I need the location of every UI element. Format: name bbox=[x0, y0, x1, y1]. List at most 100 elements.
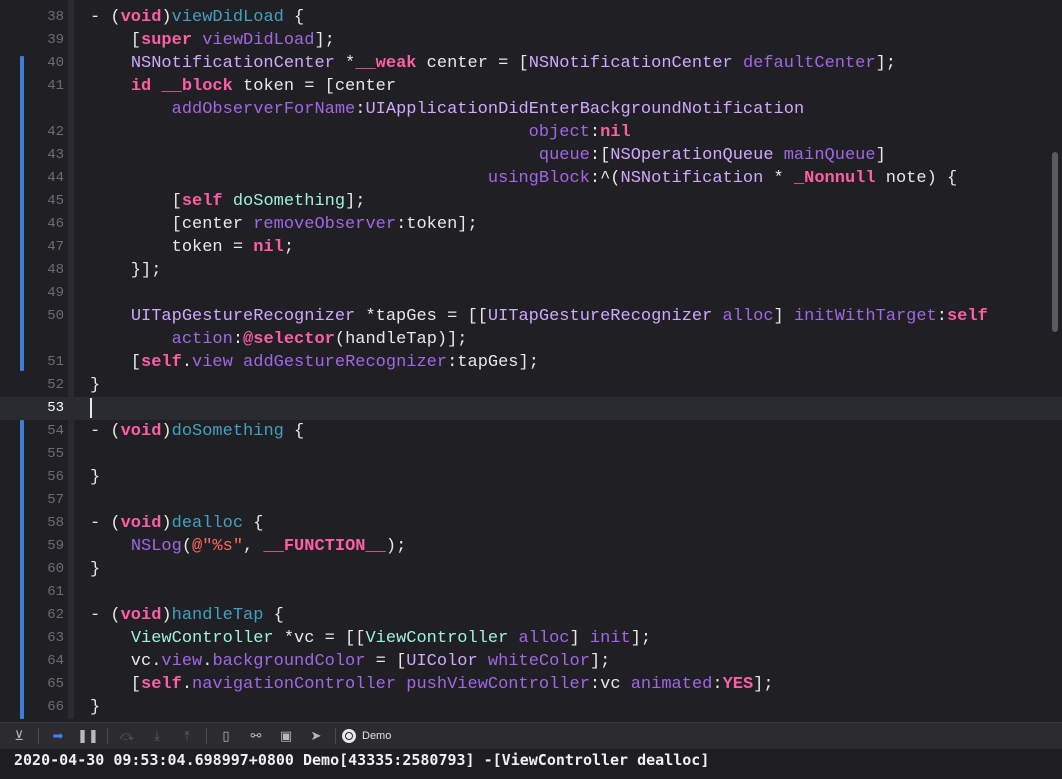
view-hierarchy-button[interactable]: ▯ bbox=[215, 725, 237, 747]
code-token: NSLog bbox=[130, 537, 182, 556]
code-line[interactable]: 42 object:nil bbox=[0, 121, 1062, 144]
code-line[interactable]: 39 [super viewDidLoad]; bbox=[0, 29, 1062, 52]
step-over-button[interactable]: ⤼ bbox=[116, 725, 138, 747]
code-line[interactable]: 65 [self.navigationController pushViewCo… bbox=[0, 673, 1062, 696]
code-line[interactable]: 62 - (void)handleTap { bbox=[0, 604, 1062, 627]
code-text: action:@selector(handleTap)]; bbox=[90, 328, 468, 351]
code-line[interactable]: 57 bbox=[0, 489, 1062, 512]
line-number: 63 bbox=[47, 630, 64, 646]
console-output[interactable]: 2020-04-30 09:53:04.698997+0800 Demo[433… bbox=[0, 749, 1062, 779]
code-token: animated bbox=[630, 675, 713, 694]
code-line[interactable]: addObserverForName:UIApplicationDidEnter… bbox=[0, 98, 1062, 121]
line-number: 66 bbox=[47, 699, 64, 715]
code-token: mainQueue bbox=[783, 146, 876, 165]
code-token: YES bbox=[722, 675, 754, 694]
line-number: 58 bbox=[47, 515, 64, 531]
code-text: } bbox=[90, 696, 100, 719]
code-text: - (void)doSomething { bbox=[90, 420, 304, 443]
code-line[interactable]: 40 NSNotificationCenter *__weak center =… bbox=[0, 52, 1062, 75]
line-number: 64 bbox=[47, 653, 64, 669]
code-line[interactable]: 53 bbox=[0, 397, 1062, 420]
code-token: @selector bbox=[243, 330, 335, 349]
code-line[interactable]: 64 vc.view.backgroundColor = [UIColor wh… bbox=[0, 650, 1062, 673]
code-token: }]; bbox=[90, 261, 162, 280]
code-text: [self.navigationController pushViewContr… bbox=[90, 673, 774, 696]
code-text: UITapGestureRecognizer *tapGes = [[UITap… bbox=[90, 305, 988, 328]
code-token: ] bbox=[875, 146, 886, 165]
text-cursor bbox=[90, 398, 92, 418]
code-token: nil bbox=[253, 238, 284, 257]
code-text: - (void)dealloc { bbox=[90, 512, 263, 535]
pause-icon: ❚❚ bbox=[77, 728, 99, 744]
code-line[interactable]: 59 NSLog(@"%s", __FUNCTION__); bbox=[0, 535, 1062, 558]
code-line[interactable]: 52} bbox=[0, 374, 1062, 397]
code-line[interactable]: action:@selector(handleTap)]; bbox=[0, 328, 1062, 351]
code-line[interactable]: 47 token = nil; bbox=[0, 236, 1062, 259]
code-line[interactable]: 46 [center removeObserver:token]; bbox=[0, 213, 1062, 236]
breakpoints-toggle-button[interactable]: ➡ bbox=[47, 725, 69, 747]
code-token: addObserverForName bbox=[171, 100, 356, 119]
line-number bbox=[0, 98, 64, 121]
code-line[interactable]: 45 [self doSomething]; bbox=[0, 190, 1062, 213]
environment-overrides-icon: ▣ bbox=[279, 728, 293, 744]
process-selector[interactable]: Demo bbox=[342, 729, 391, 743]
code-token: . bbox=[181, 675, 193, 694]
code-text: [super viewDidLoad]; bbox=[90, 29, 335, 52]
line-number: 65 bbox=[47, 676, 64, 692]
line-number: 56 bbox=[47, 469, 64, 485]
code-token: : bbox=[712, 675, 723, 694]
simulate-location-button[interactable]: ➤ bbox=[305, 725, 327, 747]
hide-debug-area-button[interactable]: ⊻ bbox=[8, 725, 30, 747]
code-line[interactable]: 58 - (void)dealloc { bbox=[0, 512, 1062, 535]
line-number: 53 bbox=[47, 400, 64, 416]
code-token: addGestureRecognizer bbox=[243, 353, 448, 372]
memory-graph-button[interactable]: ⚯ bbox=[245, 725, 267, 747]
code-token: center = [ bbox=[416, 54, 529, 73]
code-line[interactable]: 38 - (void)viewDidLoad { bbox=[0, 6, 1062, 29]
code-line[interactable]: 56} bbox=[0, 466, 1062, 489]
code-line[interactable]: 48 }]; bbox=[0, 259, 1062, 282]
step-into-button[interactable]: ⤓ bbox=[146, 725, 168, 747]
code-text: queue:[NSOperationQueue mainQueue] bbox=[90, 144, 886, 167]
code-text: NSLog(@"%s", __FUNCTION__); bbox=[90, 535, 406, 558]
code-token: navigationController bbox=[192, 675, 397, 694]
code-line[interactable]: 55 bbox=[0, 443, 1062, 466]
pause-button[interactable]: ❚❚ bbox=[77, 725, 99, 747]
code-folding-ribbon[interactable] bbox=[68, 0, 74, 719]
code-token: NSNotificationCenter bbox=[130, 54, 335, 73]
line-number: 62 bbox=[47, 607, 64, 623]
code-line[interactable]: 50 UITapGestureRecognizer *tapGes = [[UI… bbox=[0, 305, 1062, 328]
environment-overrides-button[interactable]: ▣ bbox=[275, 725, 297, 747]
code-token: :[ bbox=[589, 146, 611, 165]
code-token: ] bbox=[773, 307, 794, 326]
code-line[interactable]: 43 queue:[NSOperationQueue mainQueue] bbox=[0, 144, 1062, 167]
code-line[interactable]: 49 bbox=[0, 282, 1062, 305]
code-token: doSomething bbox=[232, 192, 346, 211]
code-line[interactable]: 63 ViewController *vc = [[ViewController… bbox=[0, 627, 1062, 650]
code-token: ]; bbox=[589, 652, 611, 671]
code-token: void bbox=[120, 8, 162, 27]
source-editor[interactable]: 38- (void)viewDidLoad {39 [super viewDid… bbox=[0, 0, 1062, 719]
view-hierarchy-icon: ▯ bbox=[222, 728, 230, 744]
code-token: } bbox=[90, 698, 101, 717]
code-line[interactable]: 54 - (void)doSomething { bbox=[0, 420, 1062, 443]
code-line[interactable]: 66} bbox=[0, 696, 1062, 719]
code-token: { bbox=[263, 606, 284, 625]
code-line[interactable]: 61 bbox=[0, 581, 1062, 604]
code-line[interactable]: 60} bbox=[0, 558, 1062, 581]
step-out-button[interactable]: ⤒ bbox=[176, 725, 198, 747]
code-line[interactable]: 41 id __block token = [center bbox=[0, 75, 1062, 98]
code-token: ViewController bbox=[130, 629, 274, 648]
code-token: __FUNCTION__ bbox=[263, 537, 386, 556]
line-number: 40 bbox=[47, 55, 64, 71]
code-token: , bbox=[243, 537, 264, 556]
toolbar-divider bbox=[335, 728, 336, 744]
code-token: - ( bbox=[90, 606, 121, 625]
code-line[interactable]: 51 [self.view addGestureRecognizer:tapGe… bbox=[0, 351, 1062, 374]
line-number: 47 bbox=[47, 239, 64, 255]
line-number: 55 bbox=[47, 446, 64, 462]
code-token: ) bbox=[161, 8, 172, 27]
code-token: :token]; bbox=[396, 215, 478, 234]
code-line[interactable]: 44 usingBlock:^(NSNotification * _Nonnul… bbox=[0, 167, 1062, 190]
editor-scrollbar[interactable] bbox=[1052, 152, 1058, 332]
